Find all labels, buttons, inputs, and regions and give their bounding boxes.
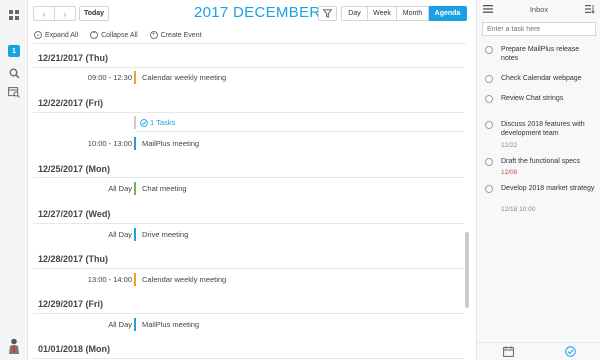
calendar-icon	[502, 346, 514, 357]
day-divider	[33, 223, 464, 224]
event-title[interactable]: Calendar weekly meeting	[142, 275, 226, 284]
tasks-link[interactable]: 1 Tasks	[140, 118, 175, 127]
task-title: Develop 2018 market strategy	[501, 185, 595, 192]
task-due-date: 12/18 10:00	[501, 206, 536, 213]
check-circle-icon	[564, 346, 576, 357]
task-checkbox[interactable]	[485, 95, 493, 103]
calendar-search-icon[interactable]	[7, 85, 21, 99]
task-due-date: 12/08	[501, 169, 518, 176]
task-title: Check Calendar webpage	[501, 75, 582, 82]
event-color-bar	[134, 318, 136, 331]
sort-icon[interactable]	[585, 4, 595, 14]
day-divider	[33, 358, 464, 359]
month-title: 2017 DECEMBER	[194, 4, 321, 21]
filter-icon	[323, 9, 332, 18]
event-time: All Day	[108, 230, 132, 239]
tab-month[interactable]: Month	[397, 6, 429, 21]
day-header: 12/29/2017 (Fri)	[38, 299, 104, 309]
task-checkbox[interactable]	[485, 46, 493, 54]
chevron-right-icon: ›	[63, 8, 67, 19]
agenda-scrollbar[interactable]	[465, 232, 469, 308]
agenda-list: 12/21/2017 (Thu) 09:00 - 12:30 Calendar …	[28, 44, 476, 360]
agenda-actions: ⌄ Expand All ⌃ Collapse All + Create Eve…	[34, 29, 214, 41]
view-switcher: Day Week Month Agenda	[341, 6, 467, 21]
collapse-all-label: Collapse All	[101, 31, 138, 39]
tab-agenda[interactable]: Agenda	[429, 6, 467, 21]
left-rail: 1	[0, 0, 28, 360]
day-header: 12/22/2017 (Fri)	[38, 98, 104, 108]
collapse-all-button[interactable]: ⌃ Collapse All	[90, 31, 138, 39]
day-header: 01/01/2018 (Mon)	[38, 344, 111, 354]
expand-all-label: Expand All	[45, 31, 79, 39]
expand-icon: ⌄	[34, 31, 42, 39]
day-header: 12/28/2017 (Thu)	[38, 254, 109, 264]
today-button[interactable]: Today	[79, 6, 109, 21]
task-checkbox[interactable]	[485, 185, 493, 193]
day-header: 12/27/2017 (Wed)	[38, 209, 111, 219]
event-time: 10:00 - 13:00	[87, 139, 132, 148]
create-event-button[interactable]: + Create Event	[149, 31, 202, 39]
task-color-bar	[134, 116, 136, 129]
expand-all-button[interactable]: ⌄ Expand All	[34, 31, 78, 39]
event-time: 09:00 - 12:30	[87, 73, 132, 82]
plus-icon: +	[149, 31, 158, 39]
calendar-badge[interactable]: 1	[8, 45, 20, 57]
new-task-input[interactable]	[482, 22, 596, 36]
event-title[interactable]: Chat meeting	[142, 184, 187, 193]
chevron-left-icon: ‹	[42, 8, 46, 19]
day-divider	[33, 67, 464, 68]
tab-day[interactable]: Day	[341, 6, 368, 21]
day-divider	[33, 112, 464, 113]
prev-button[interactable]: ‹	[33, 6, 55, 21]
day-divider	[33, 268, 464, 269]
event-color-bar	[134, 228, 136, 241]
tasks-view-button[interactable]	[539, 343, 600, 360]
task-title: Review Chat strings	[501, 95, 564, 102]
event-color-bar	[134, 137, 136, 150]
filter-button[interactable]	[318, 6, 337, 21]
inbox-header: Inbox	[477, 0, 600, 18]
event-time: 13:00 - 14:00	[87, 275, 132, 284]
calendar-main: ‹ › Today 2017 DECEMBER Day Week Month A…	[28, 0, 476, 360]
next-button[interactable]: ›	[54, 6, 76, 21]
create-event-label: Create Event	[160, 31, 202, 39]
event-color-bar	[134, 273, 136, 286]
event-title[interactable]: Drive meeting	[142, 230, 188, 239]
task-title: Prepare MailPlus release notes	[501, 46, 580, 62]
day-divider	[33, 313, 464, 314]
task-checkbox[interactable]	[485, 121, 493, 129]
user-avatar-icon[interactable]	[8, 338, 20, 354]
task-checkbox[interactable]	[485, 158, 493, 166]
task-title: Discuss 2018 features with development t…	[501, 121, 585, 137]
tab-week[interactable]: Week	[368, 6, 397, 21]
collapse-icon: ⌃	[90, 31, 99, 39]
event-time: All Day	[108, 320, 132, 329]
event-title[interactable]: MailPlus meeting	[142, 320, 199, 329]
task-title: Draft the functional specs	[501, 158, 580, 165]
task-checkbox[interactable]	[485, 75, 493, 83]
event-time: All Day	[108, 184, 132, 193]
search-icon[interactable]	[7, 66, 21, 80]
task-due-date: 12/22	[501, 142, 518, 149]
calendar-view-button[interactable]	[477, 343, 539, 360]
row-divider	[135, 131, 464, 132]
check-circle-icon	[140, 118, 148, 127]
day-header: 12/21/2017 (Thu)	[38, 53, 109, 63]
event-title[interactable]: MailPlus meeting	[142, 139, 199, 148]
day-header: 12/25/2017 (Mon)	[38, 164, 111, 174]
menu-icon[interactable]	[483, 5, 493, 13]
inbox-panel: Inbox Prepare MailPlus release notes Che…	[476, 0, 600, 360]
calendar-toolbar: ‹ › Today 2017 DECEMBER Day Week Month A…	[28, 0, 476, 26]
event-title[interactable]: Calendar weekly meeting	[142, 73, 226, 82]
inbox-footer	[477, 342, 600, 360]
event-color-bar	[134, 182, 136, 195]
tasks-count: 1 Tasks	[150, 118, 176, 127]
day-divider	[33, 177, 464, 178]
apps-grid-icon[interactable]	[7, 8, 21, 22]
event-color-bar	[134, 71, 136, 84]
inbox-title: Inbox	[529, 4, 549, 14]
